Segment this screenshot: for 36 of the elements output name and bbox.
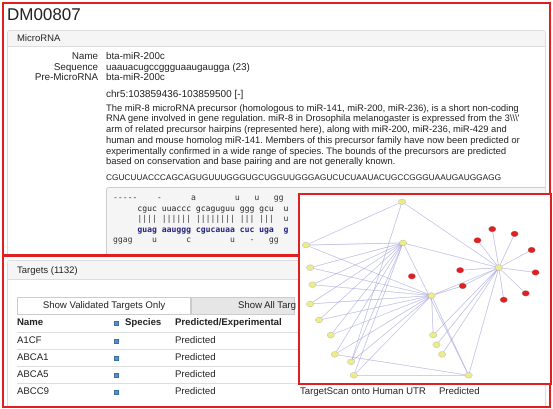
square-icon [114,372,119,378]
table-cell-text: ABCA5 [17,368,48,382]
field-value: bta-miR-200c [106,72,165,83]
square-icon [114,356,119,360]
table-cell-text: ABCC9 [17,384,49,399]
table-cell-text: Predicted [175,334,216,348]
toggle-button[interactable]: Show All Targ [191,297,295,315]
hairpin-line: cguc uuaccc gcaguguu ggg gcu u [136,202,288,213]
column-header: Name [17,316,44,330]
toggle-button[interactable]: Show Validated Targets Only [17,297,191,315]
precursor-sequence: CGUCUUACCCAGCAGUGUUUGGGUGCUGGUUGGGAGUCUCUAAUACUGCCGGGUAAUGAUGGAGG [106,172,502,184]
description-text: The miR-8 microRNA precursor (homologous to miR-141, miR-200, miR-236), is a short non-coding RNA gene involved in gene regulation. miR-8 in Drosophila melanogaster is expressed from the 3\\\' arm of related precursor hairpins (represented here), along with miR-200, miR-236, miR-429 and human and mouse homolog miR-141. Members of this precursor family have now been predicted or experimentally confirmed in a wide range of species. The bounds of the precursors are predicted based on conservation and base pairing and are not generally known. [106,102,521,168]
genome-location: chr5:103859436-103859500 [-] [106,88,244,100]
hairpin-line: |||| |||||| |||||||| ||| ||| u [136,213,288,224]
table-cell-text: Predicted [175,384,216,399]
panel-header: MicroRNA [8,31,545,47]
field-label: Pre-MicroRNA [34,72,98,83]
table-cell-text: Predicted [175,368,216,382]
hairpin-line: ggag u c u - gg [113,234,279,244]
table-cell-text: Predicted [175,350,216,365]
table-cell-text: TargetScan onto Human UTR [300,384,426,399]
page-title: DM00807 [7,6,81,24]
table-cell-text: Predicted [439,384,480,399]
hairpin-line: guag aauggg cgucauaa cuc uga g [136,224,288,234]
square-icon [114,321,119,326]
square-icon [114,390,119,394]
hairpin-line: ----- - a u u gg [113,192,284,202]
field-label: Name [72,51,98,62]
column-header: Species [125,316,162,330]
table-cell-text: A1CF [17,334,42,348]
square-icon [114,338,119,344]
table-cell-text: ABCA1 [17,350,48,365]
field-label: Sequence [54,62,98,72]
field-value: bta-miR-200c [106,51,165,62]
field-value: uaauacugccggguaaugaugga (23) [106,62,250,72]
column-header: Predicted/Experimental [175,316,282,330]
